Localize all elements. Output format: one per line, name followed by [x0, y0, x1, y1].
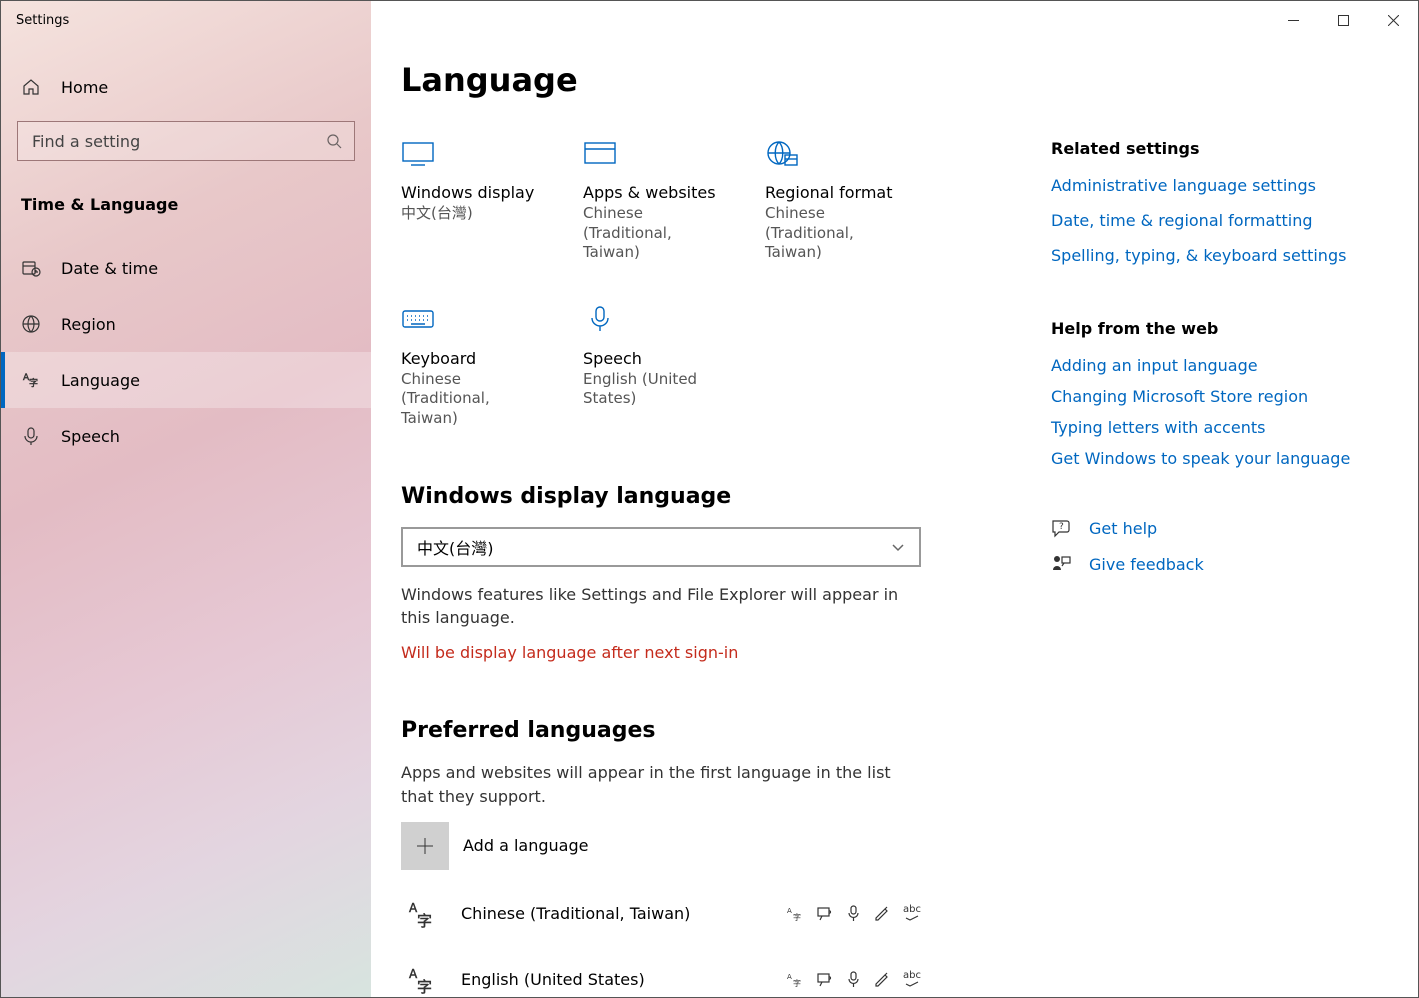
sidebar-item-home[interactable]: Home: [1, 63, 371, 111]
tile-title: Apps & websites: [583, 183, 723, 202]
add-language-label: Add a language: [463, 836, 588, 855]
home-icon: [21, 77, 41, 97]
help-heading: Help from the web: [1051, 319, 1351, 338]
microphone-icon: [21, 426, 41, 446]
handwriting-icon: [874, 971, 891, 988]
sidebar-item-label: Speech: [61, 427, 120, 446]
main-content: Language Windows display 中文(台灣) Apps & w…: [371, 1, 1418, 997]
keyboard-icon: [401, 305, 435, 333]
sidebar-item-label: Language: [61, 371, 140, 390]
svg-text:A: A: [787, 973, 792, 981]
link-speak-your-language[interactable]: Get Windows to speak your language: [1051, 449, 1351, 468]
display-language-warning: Will be display language after next sign…: [401, 643, 961, 662]
right-rail: Related settings Administrative language…: [1051, 139, 1351, 997]
text-to-speech-icon: [816, 971, 833, 988]
search-input-field[interactable]: [30, 131, 326, 152]
language-item-en-us[interactable]: A 字 English (United States) A字 abc: [401, 958, 921, 997]
search-icon: [326, 133, 342, 149]
link-admin-language[interactable]: Administrative language settings: [1051, 176, 1351, 195]
chat-help-icon: ?: [1051, 518, 1071, 538]
display-language-dropdown[interactable]: 中文(台灣): [401, 527, 921, 567]
tile-windows-display[interactable]: Windows display 中文(台灣): [401, 139, 541, 263]
window-icon: [583, 139, 617, 167]
sidebar-item-language[interactable]: A 字 Language: [1, 352, 371, 408]
language-icon: A 字: [21, 370, 41, 390]
sidebar-item-speech[interactable]: Speech: [1, 408, 371, 464]
tile-sub: Chinese (Traditional, Taiwan): [401, 370, 541, 429]
page-title: Language: [401, 61, 1388, 99]
tile-title: Windows display: [401, 183, 541, 202]
svg-text:字: 字: [793, 978, 801, 988]
tile-speech[interactable]: Speech English (United States): [583, 305, 723, 429]
settings-body: Windows display 中文(台灣) Apps & websites C…: [401, 139, 961, 997]
tile-apps-websites[interactable]: Apps & websites Chinese (Traditional, Ta…: [583, 139, 723, 263]
add-language-button[interactable]: Add a language: [401, 822, 961, 870]
get-help-button[interactable]: ? Get help: [1051, 518, 1351, 538]
search-input[interactable]: [17, 121, 355, 161]
language-item-zh-tw[interactable]: A 字 Chinese (Traditional, Taiwan) A字 abc: [401, 892, 921, 936]
sidebar-item-label: Date & time: [61, 259, 158, 278]
svg-text:A: A: [787, 907, 792, 915]
feedback-icon: [1051, 554, 1071, 574]
speech-icon: [845, 971, 862, 988]
spellcheck-icon: abc: [903, 905, 921, 922]
tile-regional-format[interactable]: Regional format Chinese (Traditional, Ta…: [765, 139, 905, 263]
tile-sub: 中文(台灣): [401, 204, 541, 224]
svg-text:字: 字: [793, 912, 801, 922]
handwriting-icon: [874, 905, 891, 922]
monitor-icon: [401, 139, 435, 167]
language-item-label: English (United States): [461, 970, 645, 989]
language-pack-icon: A 字: [401, 958, 445, 997]
window-title: Settings: [1, 1, 371, 39]
related-settings-heading: Related settings: [1051, 139, 1351, 158]
svg-text:字: 字: [417, 978, 432, 996]
svg-text:字: 字: [417, 912, 432, 930]
chevron-down-icon: [891, 540, 905, 554]
sidebar-item-datetime[interactable]: Date & time: [1, 240, 371, 296]
tile-sub: English (United States): [583, 370, 723, 409]
display-language-desc: Windows features like Settings and File …: [401, 583, 901, 629]
tile-sub: Chinese (Traditional, Taiwan): [765, 204, 905, 263]
sidebar-section-header: Time & Language: [1, 161, 371, 224]
display-language-icon: A字: [787, 905, 804, 922]
spellcheck-icon: abc: [903, 971, 921, 988]
link-date-time-region[interactable]: Date, time & regional formatting: [1051, 211, 1351, 230]
globe-calendar-icon: [765, 139, 799, 167]
tile-sub: Chinese (Traditional, Taiwan): [583, 204, 723, 263]
give-feedback-label: Give feedback: [1089, 555, 1204, 574]
tile-title: Keyboard: [401, 349, 541, 368]
microphone-icon: [583, 305, 617, 333]
tile-title: Regional format: [765, 183, 905, 202]
speech-icon: [845, 905, 862, 922]
sidebar-item-label: Region: [61, 315, 116, 334]
sidebar-home-label: Home: [61, 78, 108, 97]
display-language-icon: A字: [787, 971, 804, 988]
calendar-clock-icon: [21, 258, 41, 278]
give-feedback-button[interactable]: Give feedback: [1051, 554, 1351, 574]
language-pack-icon: A 字: [401, 892, 445, 936]
link-change-store-region[interactable]: Changing Microsoft Store region: [1051, 387, 1351, 406]
text-to-speech-icon: [816, 905, 833, 922]
sidebar-item-region[interactable]: Region: [1, 296, 371, 352]
language-feature-icons: A字 abc: [787, 905, 921, 922]
language-feature-icons: A字 abc: [787, 971, 921, 988]
summary-tiles: Windows display 中文(台灣) Apps & websites C…: [401, 139, 961, 428]
sidebar: Settings Home Time & Language Da: [1, 1, 371, 997]
link-typing-accents[interactable]: Typing letters with accents: [1051, 418, 1351, 437]
plus-icon: [401, 822, 449, 870]
preferred-languages-heading: Preferred languages: [401, 718, 961, 743]
get-help-label: Get help: [1089, 519, 1157, 538]
svg-text:?: ?: [1059, 522, 1064, 532]
link-spelling-typing[interactable]: Spelling, typing, & keyboard settings: [1051, 246, 1351, 265]
tile-title: Speech: [583, 349, 723, 368]
language-item-label: Chinese (Traditional, Taiwan): [461, 904, 690, 923]
tile-keyboard[interactable]: Keyboard Chinese (Traditional, Taiwan): [401, 305, 541, 429]
link-add-input-language[interactable]: Adding an input language: [1051, 356, 1351, 375]
preferred-languages-desc: Apps and websites will appear in the fir…: [401, 761, 901, 807]
svg-text:字: 字: [29, 377, 38, 389]
display-language-heading: Windows display language: [401, 484, 961, 509]
display-language-selected: 中文(台灣): [417, 535, 494, 559]
globe-icon: [21, 314, 41, 334]
